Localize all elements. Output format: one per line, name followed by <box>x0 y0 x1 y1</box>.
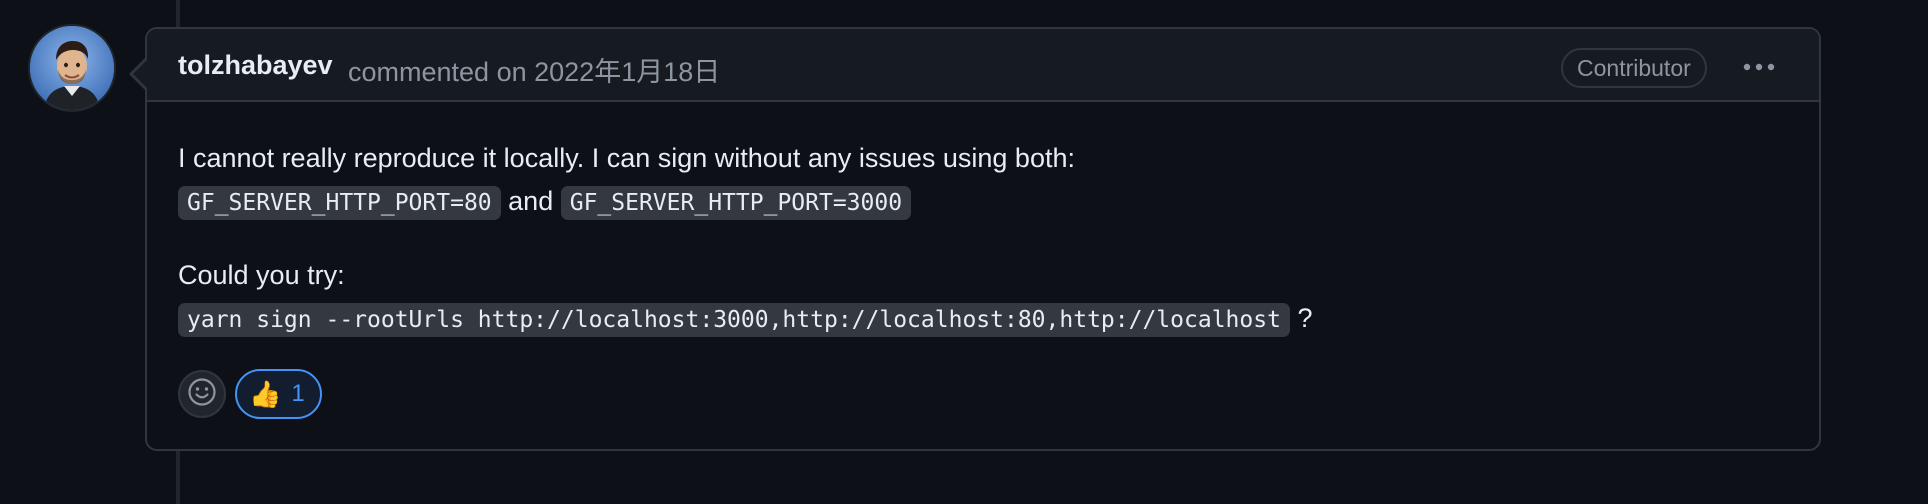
body-text-1: I cannot really reproduce it locally. I … <box>178 143 1075 173</box>
inline-code-port-3000: GF_SERVER_HTTP_PORT=3000 <box>560 186 912 220</box>
reaction-count: 1 <box>291 380 305 407</box>
inline-code-port-80: GF_SERVER_HTTP_PORT=80 <box>178 186 501 220</box>
comment-body: I cannot really reproduce it locally. I … <box>178 137 1778 342</box>
body-question-mark: ? <box>1297 303 1313 333</box>
body-text-2: Could you try: <box>178 260 345 290</box>
comment-action-text: commented on <box>348 57 527 87</box>
comment-meta: commented on 2022年1月18日 <box>348 50 720 89</box>
add-reaction-button[interactable] <box>178 370 226 418</box>
body-paragraph-2: Could you try: yarn sign --rootUrls http… <box>178 254 1778 342</box>
comment-header: tolzhabayev commented on 2022年1月18日 Cont… <box>147 29 1819 102</box>
comment-caret-fill <box>133 60 147 88</box>
avatar[interactable] <box>30 26 114 110</box>
thumbs-up-icon: 👍 <box>249 379 282 409</box>
body-paragraph-1: I cannot really reproduce it locally. I … <box>178 137 1778 225</box>
smiley-icon <box>187 377 217 412</box>
role-badge: Contributor <box>1561 48 1707 88</box>
comment-box: tolzhabayev commented on 2022年1月18日 Cont… <box>145 27 1821 451</box>
inline-code-command: yarn sign --rootUrls http://localhost:30… <box>178 303 1290 337</box>
comment-date-link[interactable]: 2022年1月18日 <box>534 57 720 87</box>
reactions-bar: 👍 1 <box>178 369 322 419</box>
author-link[interactable]: tolzhabayev <box>178 50 333 81</box>
kebab-horizontal-icon <box>1743 58 1775 76</box>
more-options-button[interactable] <box>1737 49 1781 85</box>
reaction-thumbs-up-button[interactable]: 👍 1 <box>235 369 322 419</box>
body-and-text: and <box>508 186 554 216</box>
